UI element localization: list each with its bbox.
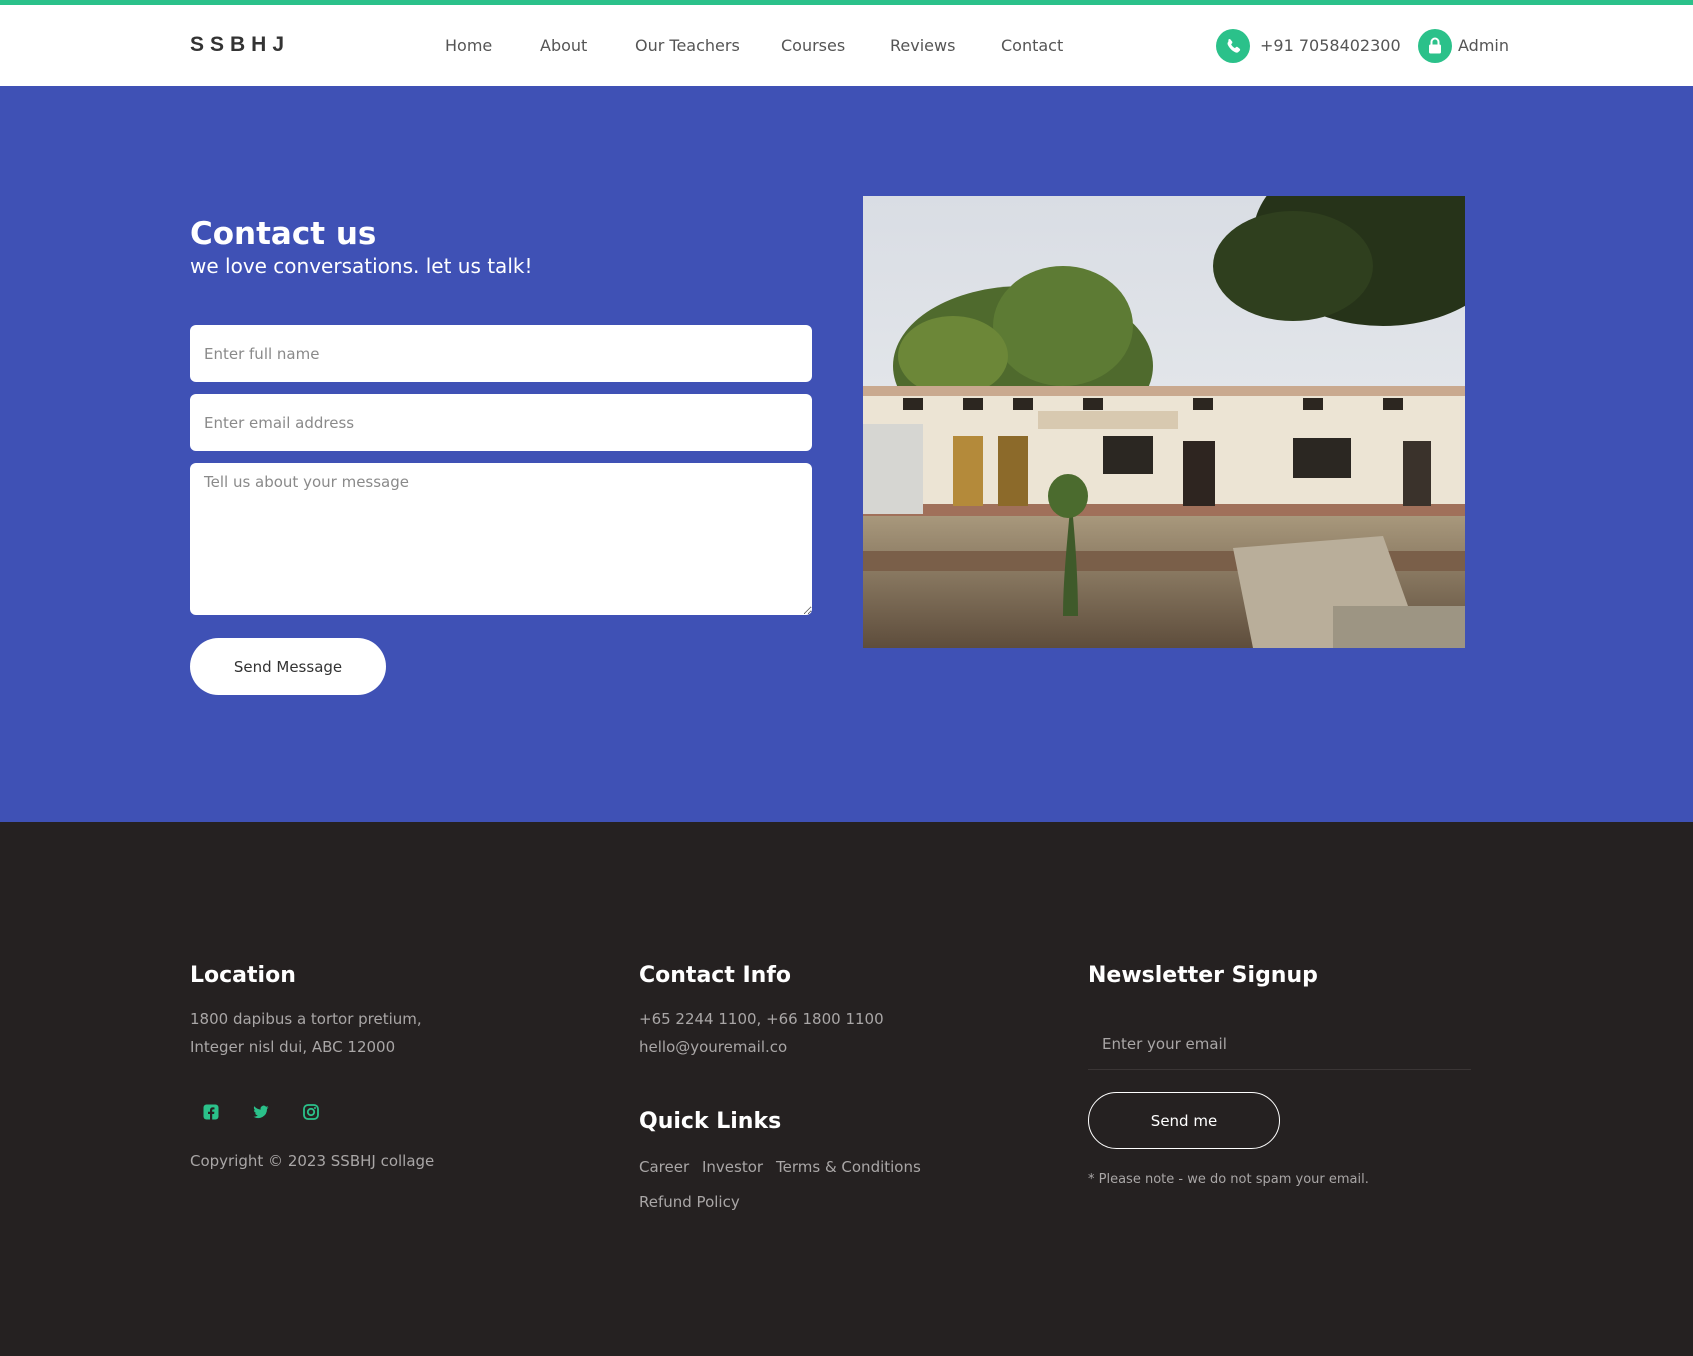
quick-link-investor[interactable]: Investor <box>702 1158 763 1176</box>
nav-courses[interactable]: Courses <box>781 36 845 55</box>
quick-links-heading: Quick Links <box>639 1109 782 1134</box>
contact-section: Contact us we love conversations. let us… <box>0 86 1693 822</box>
newsletter-heading: Newsletter Signup <box>1088 963 1318 988</box>
contact-title: Contact us <box>190 216 377 252</box>
email-input[interactable] <box>190 394 812 451</box>
quick-link-terms[interactable]: Terms & Conditions <box>776 1158 921 1176</box>
facebook-icon[interactable] <box>202 1103 220 1121</box>
brand-logo[interactable]: SSBHJ <box>190 33 290 57</box>
contact-subtitle: we love conversations. let us talk! <box>190 254 533 278</box>
message-textarea[interactable] <box>190 463 812 615</box>
navbar: SSBHJ Home About Our Teachers Courses Re… <box>0 5 1693 86</box>
location-heading: Location <box>190 963 296 988</box>
nav-about[interactable]: About <box>540 36 587 55</box>
footer-phones: +65 2244 1100, +66 1800 1100 <box>639 1010 884 1028</box>
copyright-text: Copyright © 2023 SSBHJ collage <box>190 1152 435 1170</box>
nav-reviews[interactable]: Reviews <box>890 36 955 55</box>
full-name-input[interactable] <box>190 325 812 382</box>
quick-link-career[interactable]: Career <box>639 1158 689 1176</box>
quick-link-refund-policy[interactable]: Refund Policy <box>639 1193 740 1211</box>
send-message-button[interactable]: Send Message <box>190 638 386 695</box>
address-line-2: Integer nisl dui, ABC 12000 <box>190 1038 396 1056</box>
newsletter-note: * Please note - we do not spam your emai… <box>1088 1172 1369 1187</box>
lock-icon[interactable] <box>1418 29 1452 63</box>
nav-home[interactable]: Home <box>445 36 492 55</box>
admin-link[interactable]: Admin <box>1458 36 1509 55</box>
instagram-icon[interactable] <box>302 1103 320 1121</box>
nav-our-teachers[interactable]: Our Teachers <box>635 36 740 55</box>
newsletter-email-input[interactable] <box>1088 1018 1471 1070</box>
school-building-photo <box>863 196 1465 648</box>
twitter-icon[interactable] <box>252 1103 270 1121</box>
address-line-1: 1800 dapibus a tortor pretium, <box>190 1010 422 1028</box>
phone-icon[interactable] <box>1216 29 1250 63</box>
nav-contact[interactable]: Contact <box>1001 36 1063 55</box>
contact-info-heading: Contact Info <box>639 963 792 988</box>
newsletter-send-button[interactable]: Send me <box>1088 1092 1280 1149</box>
phone-number[interactable]: +91 7058402300 <box>1260 36 1401 55</box>
footer-email[interactable]: hello@youremail.co <box>639 1033 787 1061</box>
